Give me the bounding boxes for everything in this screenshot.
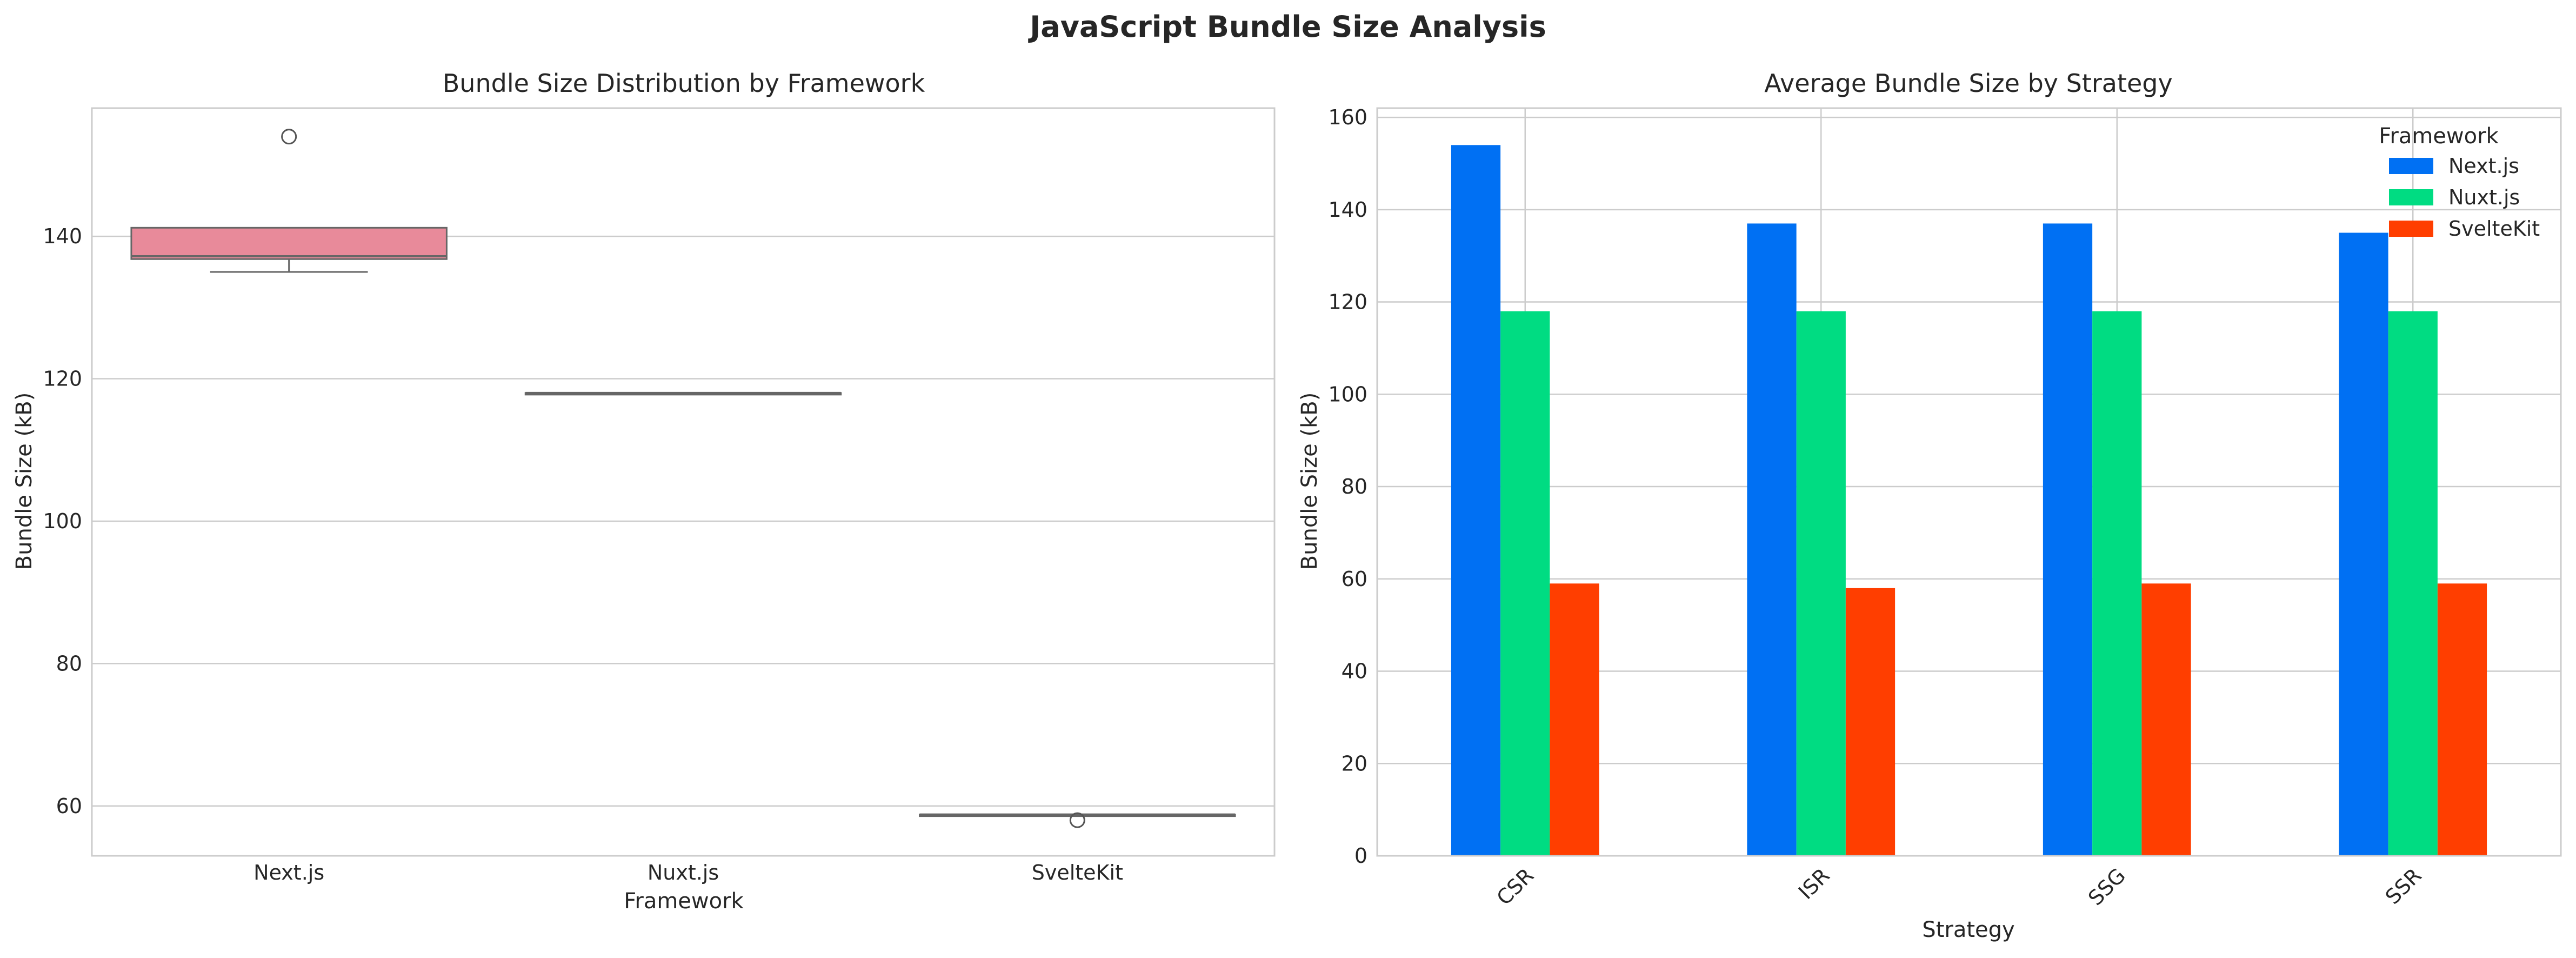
box-plot-y-label: Bundle Size (kB) <box>12 392 37 570</box>
figure-title: JavaScript Bundle Size Analysis <box>1027 10 1546 44</box>
bar <box>1550 583 1599 856</box>
legend-title: Framework <box>2379 124 2499 149</box>
bar <box>1845 588 1896 856</box>
box-nuxt-js <box>524 391 842 396</box>
x-tick-label: Next.js <box>253 861 324 884</box>
bar-chart-title: Average Bundle Size by Strategy <box>1764 69 2172 98</box>
bar <box>2388 311 2438 856</box>
y-tick-label: 40 <box>1342 660 1367 683</box>
y-tick-label: 120 <box>1328 290 1367 314</box>
y-tick-label: 60 <box>1342 567 1367 591</box>
bar <box>1451 145 1501 856</box>
bar <box>2339 232 2388 856</box>
x-tick-label: Nuxt.js <box>648 861 719 884</box>
box-body <box>130 227 448 260</box>
y-tick-label: 80 <box>1342 475 1367 498</box>
y-tick-label: 0 <box>1354 844 1367 868</box>
y-tick-label: 20 <box>1342 751 1367 775</box>
legend-swatch <box>2389 158 2433 174</box>
y-tick-label: 120 <box>43 367 82 391</box>
legend-label: Next.js <box>2448 154 2519 178</box>
bar <box>1796 311 1846 856</box>
y-tick-label: 60 <box>56 794 82 818</box>
legend-swatch <box>2389 221 2433 237</box>
y-tick-label: 160 <box>1328 105 1367 129</box>
bar <box>1747 223 1797 856</box>
legend-label: Nuxt.js <box>2448 185 2520 209</box>
bar <box>2043 223 2093 856</box>
bar <box>2141 583 2191 856</box>
y-tick-label: 140 <box>1328 198 1367 222</box>
bar-chart-y-label: Bundle Size (kB) <box>1297 392 1322 570</box>
y-tick-label: 140 <box>43 224 82 248</box>
figure: JavaScript Bundle Size Analysis Bundle S… <box>0 0 2576 958</box>
bar <box>2437 583 2487 856</box>
x-tick-label: SvelteKit <box>1032 861 1123 884</box>
bar-chart-x-label: Strategy <box>1922 917 2014 942</box>
bar <box>1500 311 1550 856</box>
y-tick-label: 100 <box>1328 382 1367 406</box>
box-plot-title: Bundle Size Distribution by Framework <box>443 69 925 98</box>
y-tick-label: 100 <box>43 509 82 533</box>
legend-swatch <box>2389 189 2433 205</box>
y-tick-label: 80 <box>56 651 82 675</box>
legend-label: SvelteKit <box>2448 217 2540 241</box>
box-plot-x-label: Framework <box>624 889 744 914</box>
bar <box>2092 311 2142 856</box>
